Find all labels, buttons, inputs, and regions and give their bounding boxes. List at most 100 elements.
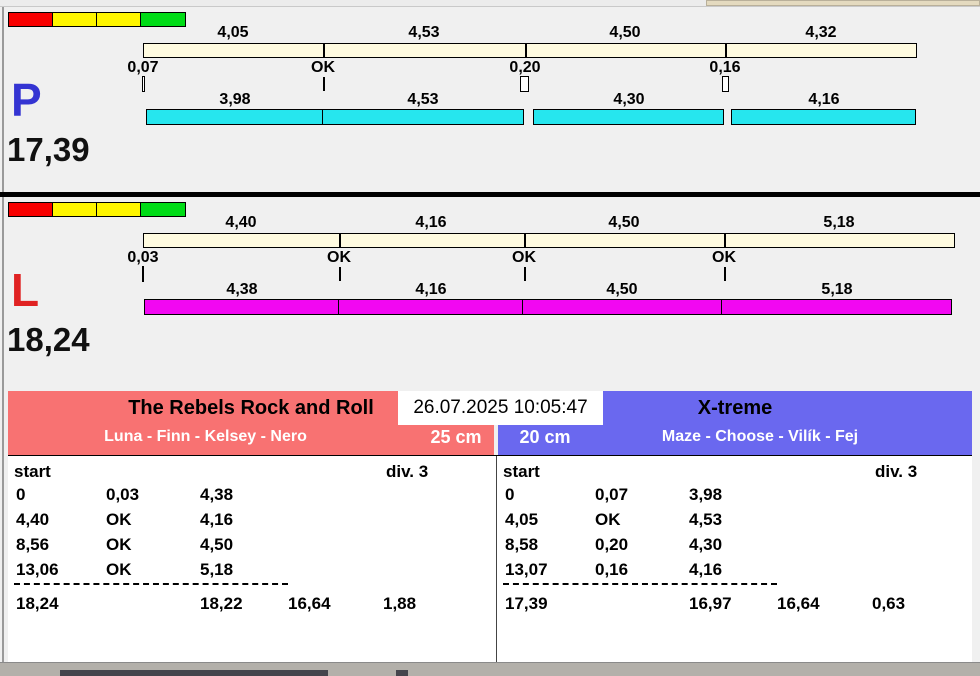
run-time-label: 4,38 xyxy=(207,281,277,299)
run-time-label: 5,18 xyxy=(802,281,872,299)
run-time-bar-segment xyxy=(146,109,323,125)
traffic-light-cell xyxy=(141,13,185,26)
results-area: start div. 3 0 0,03 4,38 4,40 OK 4,16 8,56 OK 4,50… xyxy=(8,455,972,662)
traffic-light-cell xyxy=(53,13,97,26)
lane-letter: P xyxy=(11,77,42,123)
changeover-tick xyxy=(724,267,726,281)
sectional-time-bar xyxy=(143,43,917,58)
split-time-cell: 4,40 xyxy=(16,510,49,530)
table-start-label: start xyxy=(503,462,540,482)
bar-divider xyxy=(725,43,727,58)
changeover-tick xyxy=(339,267,341,281)
split-time-cell: 0,20 xyxy=(595,535,628,555)
team-members: Maze - Choose - Vilík - Fej xyxy=(548,428,972,446)
window-top-edge-tan xyxy=(706,0,980,6)
total-cell: 17,39 xyxy=(505,594,548,614)
sectional-time-label: 4,50 xyxy=(590,24,660,42)
window-top-edge xyxy=(0,0,980,7)
changeover-gap-box xyxy=(142,76,145,92)
split-time-cell: OK xyxy=(595,510,621,530)
team-results-table-right: startdiv. 300,073,984,05OK4,538,580,204,… xyxy=(497,456,972,663)
lane-total-time: 18,24 xyxy=(7,323,90,356)
split-time-cell: 0 xyxy=(16,485,25,505)
changeover-label: 0,20 xyxy=(490,59,560,77)
split-time-cell: 0,03 xyxy=(106,485,139,505)
changeover-label: 0,16 xyxy=(690,59,760,77)
run-time-bar-segment xyxy=(731,109,916,125)
changeover-label: OK xyxy=(288,59,358,77)
sectional-time-label: 4,53 xyxy=(389,24,459,42)
bar-divider xyxy=(724,233,726,248)
split-time-cell: OK xyxy=(106,535,132,555)
split-time-cell: 4,05 xyxy=(505,510,538,530)
sectional-time-label: 4,40 xyxy=(206,214,276,232)
split-time-cell: 4,50 xyxy=(200,535,233,555)
table-div-label: div. 3 xyxy=(386,462,428,482)
total-cell: 18,22 xyxy=(200,594,243,614)
totals-separator xyxy=(14,583,288,585)
total-cell: 0,63 xyxy=(872,594,905,614)
total-cell: 18,24 xyxy=(16,594,59,614)
run-time-bar-segment xyxy=(721,299,952,315)
split-time-cell: 4,16 xyxy=(200,510,233,530)
changeover-tick xyxy=(323,77,325,91)
split-time-cell: 4,16 xyxy=(689,560,722,580)
changeover-label: OK xyxy=(689,249,759,267)
split-time-cell: OK xyxy=(106,560,132,580)
run-time-label: 4,53 xyxy=(388,91,458,109)
traffic-light-cell xyxy=(141,203,185,216)
split-time-cell: 4,38 xyxy=(200,485,233,505)
changeover-label: OK xyxy=(489,249,559,267)
team-results-table-left: start div. 3 0 0,03 4,38 4,40 OK 4,16 8,56 OK 4,50… xyxy=(8,456,497,663)
datetime-display: 26.07.2025 10:05:47 xyxy=(398,391,603,425)
traffic-light-cell xyxy=(9,203,53,216)
sectional-time-label: 4,32 xyxy=(786,24,856,42)
changeover-gap-box xyxy=(722,76,729,92)
traffic-light-cell xyxy=(53,203,97,216)
bar-divider xyxy=(524,233,526,248)
split-time-cell: 8,56 xyxy=(16,535,49,555)
traffic-light-cell xyxy=(97,203,141,216)
totals-separator xyxy=(503,583,777,585)
run-time-label: 4,16 xyxy=(396,281,466,299)
split-time-cell: 0,16 xyxy=(595,560,628,580)
split-time-cell: 4,53 xyxy=(689,510,722,530)
sectional-time-label: 5,18 xyxy=(804,214,874,232)
size-category-label: 20 cm xyxy=(505,427,585,448)
split-time-cell: 5,18 xyxy=(200,560,233,580)
run-time-bar-segment xyxy=(338,299,523,315)
changeover-gap-box xyxy=(142,266,144,282)
bar-divider xyxy=(323,43,325,58)
lane-panel-L: L18,244,404,164,505,180,03OKOKOK4,384,16… xyxy=(0,197,980,385)
run-time-label: 3,98 xyxy=(200,91,270,109)
team-members: Luna - Finn - Kelsey - Nero xyxy=(8,428,403,446)
split-time-cell: OK xyxy=(106,510,132,530)
traffic-light-strip xyxy=(8,12,186,27)
lane-panel-P: P17,394,054,534,504,320,07OK0,200,163,98… xyxy=(0,7,980,192)
size-category-label: 25 cm xyxy=(416,427,496,448)
split-time-cell: 0,07 xyxy=(595,485,628,505)
split-time-cell: 0 xyxy=(505,485,514,505)
run-time-label: 4,16 xyxy=(789,91,859,109)
split-time-cell: 13,06 xyxy=(16,560,59,580)
split-time-cell: 8,58 xyxy=(505,535,538,555)
sectional-time-bar xyxy=(143,233,955,248)
taskbar-remnant xyxy=(60,670,328,676)
run-time-bar-segment xyxy=(322,109,524,125)
changeover-label: OK xyxy=(304,249,374,267)
traffic-light-strip xyxy=(8,202,186,217)
sectional-time-label: 4,50 xyxy=(589,214,659,232)
sectional-time-label: 4,05 xyxy=(198,24,268,42)
lane-letter: L xyxy=(11,267,39,313)
lane-total-time: 17,39 xyxy=(7,133,90,166)
traffic-light-cell xyxy=(9,13,53,26)
split-time-cell: 3,98 xyxy=(689,485,722,505)
total-cell: 1,88 xyxy=(383,594,416,614)
table-start-label: start xyxy=(14,462,51,482)
taskbar-strip xyxy=(0,662,980,676)
changeover-tick xyxy=(524,267,526,281)
changeover-gap-box xyxy=(520,76,529,92)
split-time-cell: 13,07 xyxy=(505,560,548,580)
timing-scoreboard-window: P 17,39 4,05 4,53 4,50 4,32 0,07 OK 0,20 0,16 3,98… xyxy=(0,0,980,676)
total-cell: 16,64 xyxy=(288,594,331,614)
